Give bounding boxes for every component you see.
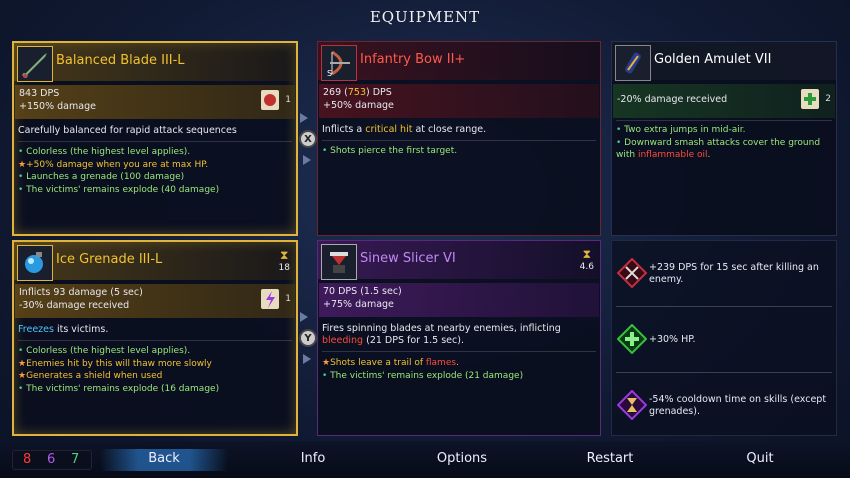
page-title: EQUIPMENT	[369, 8, 481, 26]
back-button[interactable]: Back	[100, 451, 228, 466]
red-cell-count: 8	[23, 452, 32, 467]
affix-list: • Colorless (the highest level applies).…	[18, 346, 220, 394]
stat-damage: +75% damage	[323, 299, 394, 310]
arrow-right-icon	[300, 312, 308, 322]
cooldown-indicator: ⧗ 18	[278, 248, 290, 273]
scroll-icon	[258, 87, 282, 113]
restart-button[interactable]: Restart	[568, 451, 652, 466]
item-description: Fires spinning blades at nearby enemies,…	[322, 323, 561, 346]
affix-list: • Two extra jumps in mid-air. • Downward…	[616, 125, 821, 160]
item-name: Balanced Blade III-L	[56, 53, 185, 68]
scroll-count: 1	[285, 294, 291, 304]
blade-icon	[17, 46, 53, 82]
grenade-icon	[17, 245, 53, 281]
mutation-item[interactable]: -54% cooldown time on skills (except gre…	[613, 376, 833, 436]
amulet-icon	[615, 45, 651, 81]
cooldown-indicator: ⧗ 4.6	[579, 247, 594, 272]
stat-armor: -30% damage received	[19, 300, 130, 311]
green-cross-icon	[616, 323, 648, 355]
mutation-item[interactable]: +239 DPS for 15 sec after killing an ene…	[613, 244, 833, 304]
affix-list: • Shots pierce the first target.	[322, 146, 458, 156]
purple-cell-count: 6	[47, 452, 56, 467]
stat-damage: +150% damage	[19, 101, 96, 112]
crossbow-icon	[616, 257, 648, 289]
arrow-right-icon	[300, 113, 308, 123]
mutation-item[interactable]: +30% HP.	[613, 310, 833, 370]
stat-dps: 843 DPS	[19, 88, 60, 99]
hourglass-icon	[616, 389, 648, 421]
swap-button-y[interactable]: Y	[299, 329, 317, 347]
item-name: Golden Amulet VII	[654, 52, 772, 67]
item-description: Carefully balanced for rapid attack sequ…	[18, 125, 237, 136]
card-ice-grenade[interactable]: Ice Grenade III-L ⧗ 18 Inflicts 93 damag…	[12, 240, 298, 436]
scroll-count: 2	[825, 94, 831, 104]
hourglass-icon: ⧗	[582, 247, 592, 261]
stat-damage: +50% damage	[323, 100, 394, 111]
options-button[interactable]: Options	[420, 451, 504, 466]
arrow-right-icon	[303, 354, 311, 364]
green-cell-count: 7	[71, 452, 80, 467]
cell-counter: 8 6 7	[12, 450, 92, 470]
item-description: Inflicts a critical hit at close range.	[322, 124, 487, 135]
arrow-right-icon	[303, 155, 311, 165]
scroll-icon	[798, 86, 822, 112]
quit-button[interactable]: Quit	[730, 451, 790, 466]
card-sinew-slicer[interactable]: Sinew Slicer VI ⧗ 4.6 70 DPS (1.5 sec) +…	[317, 240, 601, 436]
info-button[interactable]: Info	[280, 451, 346, 466]
card-golden-amulet[interactable]: Golden Amulet VII -20% damage received 2…	[611, 41, 837, 236]
scroll-count: 1	[285, 95, 291, 105]
affix-list: • Colorless (the highest level applies).…	[18, 147, 220, 195]
card-infantry-bow[interactable]: S Infantry Bow II+ 269 (753) DPS +50% da…	[317, 41, 601, 236]
swap-button-x[interactable]: X	[299, 130, 317, 148]
item-description: Freezes its victims.	[18, 324, 109, 335]
hourglass-icon: ⧗	[280, 248, 289, 262]
item-name: Infantry Bow II+	[360, 52, 466, 67]
affix-list: ★Shots leave a trail of flames. • The vi…	[322, 358, 524, 381]
stat-damage: Inflicts 93 damage (5 sec)	[19, 287, 143, 298]
stat-dps: 269 (753) DPS	[323, 87, 392, 98]
scroll-icon	[258, 286, 282, 312]
slicer-icon	[321, 244, 357, 280]
bow-icon: S	[321, 45, 357, 81]
item-name: Sinew Slicer VI	[360, 251, 456, 266]
svg-text:S: S	[327, 69, 332, 78]
stat-dps: 70 DPS (1.5 sec)	[323, 286, 402, 297]
item-name: Ice Grenade III-L	[56, 252, 163, 267]
card-balanced-blade[interactable]: Balanced Blade III-L 843 DPS +150% damag…	[12, 41, 298, 236]
